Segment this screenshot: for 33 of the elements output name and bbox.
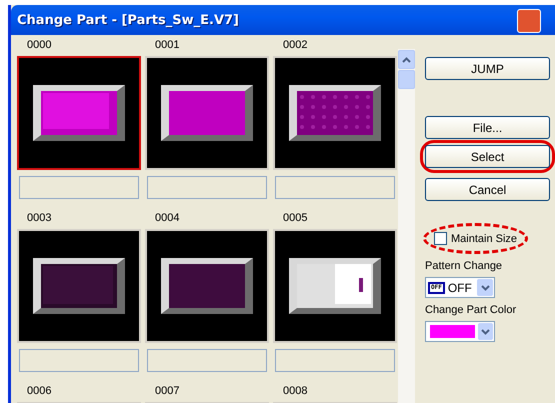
pattern-change-value: OFF (448, 280, 473, 294)
dropdown-button[interactable] (477, 279, 493, 296)
part-thumbnail[interactable] (17, 56, 141, 170)
color-dropdown[interactable] (425, 321, 495, 342)
close-button[interactable] (517, 9, 541, 33)
maintain-size-checkbox[interactable]: Maintain Size (423, 223, 528, 254)
part-number: 0002 (283, 39, 308, 52)
part-number: 0007 (155, 385, 180, 398)
dialog-button[interactable]: JUMP (425, 57, 550, 80)
scrollbar[interactable] (398, 49, 415, 403)
scroll-up-button[interactable] (398, 50, 415, 69)
dropdown-button[interactable] (478, 323, 493, 340)
dialog-button[interactable]: Select (425, 145, 550, 168)
dialog-button[interactable]: Cancel (425, 178, 550, 201)
part-number: 0000 (27, 39, 52, 52)
window-title: Change Part - [Parts_Sw_E.V7] (17, 12, 239, 28)
part-number: 0001 (155, 39, 180, 52)
part-name-field[interactable] (19, 349, 139, 372)
part-number: 0004 (155, 212, 180, 225)
scroll-thumb[interactable] (398, 70, 415, 89)
part-number: 0006 (27, 385, 52, 398)
part-name-field[interactable] (275, 176, 395, 199)
pattern-change-label: Pattern Change (425, 260, 504, 272)
part-number: 0005 (283, 212, 308, 225)
part-number: 0008 (283, 385, 308, 398)
part-name-field[interactable] (147, 176, 267, 199)
part-name-field[interactable] (19, 176, 139, 199)
dialog-button[interactable]: File... (425, 116, 550, 139)
part-number: 0003 (27, 212, 52, 225)
part-name-field[interactable] (275, 349, 395, 372)
part-name-field[interactable] (147, 349, 267, 372)
change-part-color-label: Change Part Color (425, 304, 518, 316)
checkbox-box[interactable] (434, 232, 447, 245)
